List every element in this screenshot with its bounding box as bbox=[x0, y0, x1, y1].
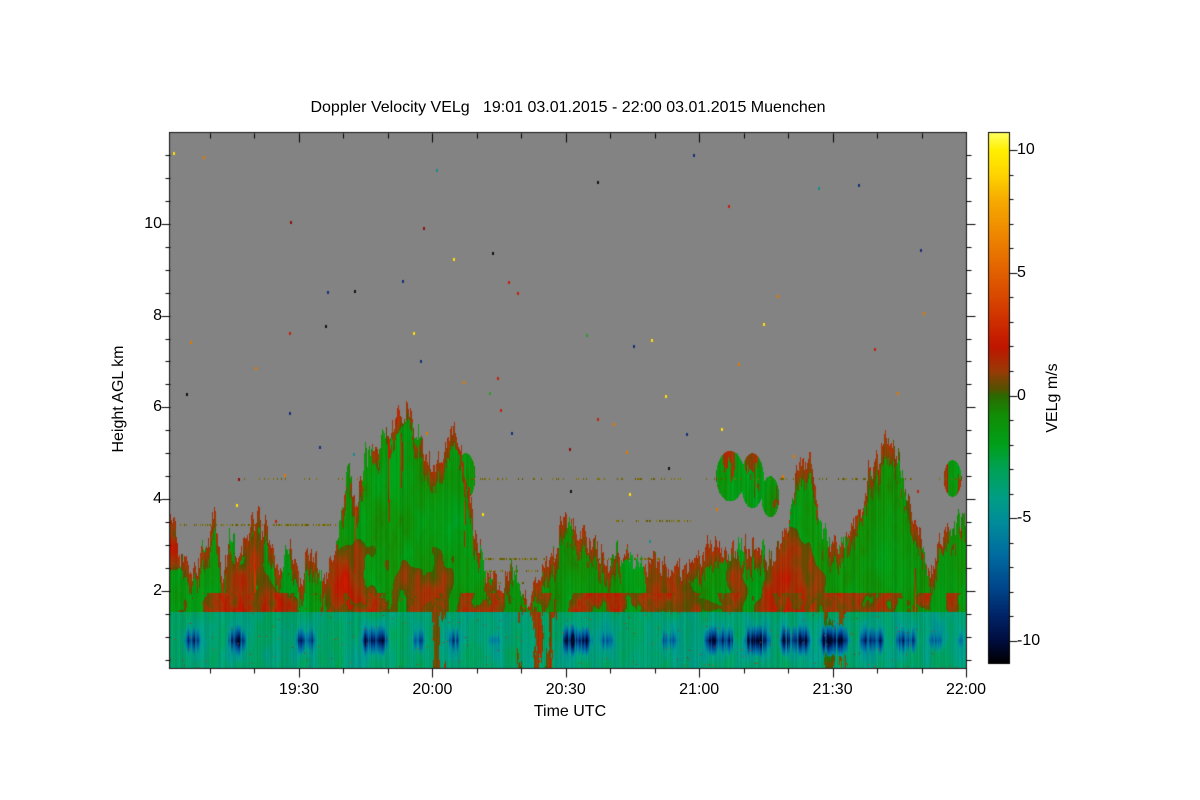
cb-tick-10: 10 bbox=[1017, 141, 1035, 159]
x-tick-2200: 22:00 bbox=[945, 681, 987, 698]
y-tick-10: 10 bbox=[144, 214, 162, 232]
x-tick-2000: 20:00 bbox=[412, 681, 453, 698]
doppler-lidar-quicklook: Doppler Velocity VELg 19:01 03.01.2015 -… bbox=[0, 0, 1200, 800]
x-tick-1930: 19:30 bbox=[278, 681, 319, 698]
y-axis-label: Height AGL km bbox=[110, 345, 127, 453]
x-tick-2030: 20:30 bbox=[545, 681, 586, 698]
y-tick-2: 2 bbox=[153, 581, 162, 599]
x-tick-2130: 21:30 bbox=[812, 681, 853, 698]
y-tick-4: 4 bbox=[153, 490, 162, 508]
cb-tick--5: -5 bbox=[1017, 509, 1032, 527]
x-axis-label: Time UTC bbox=[533, 703, 607, 720]
cb-tick--10: -10 bbox=[1017, 631, 1041, 649]
velocity-heatmap-canvas bbox=[170, 133, 966, 668]
chart-title: Doppler Velocity VELg 19:01 03.01.2015 -… bbox=[310, 99, 826, 116]
cb-tick-5: 5 bbox=[1017, 263, 1026, 281]
colorbar-label: VELg m/s bbox=[1044, 363, 1061, 433]
x-tick-2100: 21:00 bbox=[679, 681, 720, 698]
